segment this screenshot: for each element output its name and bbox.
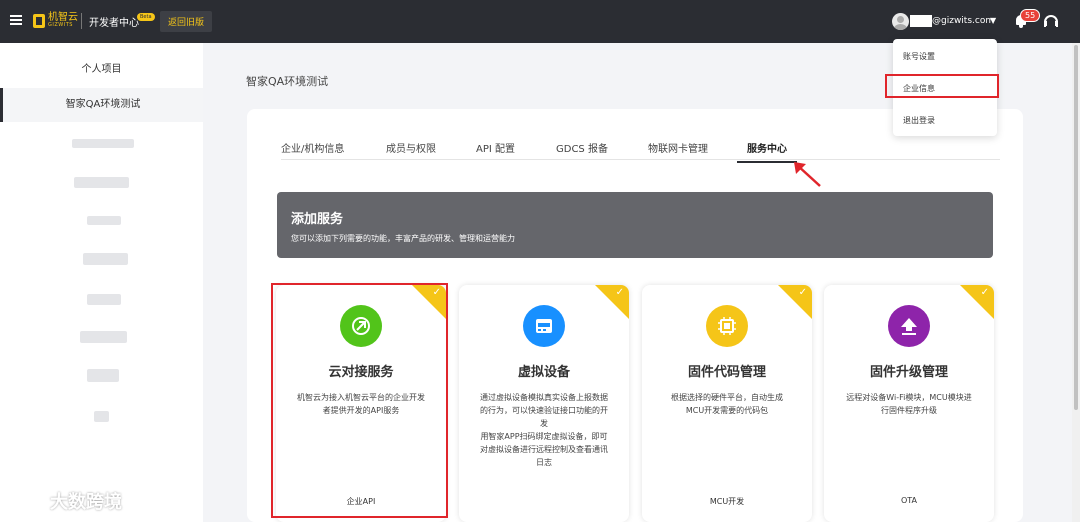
add-service-banner: 添加服务 您可以添加下列需要的功能，丰富产品的研发、管理和运营能力 <box>277 192 993 258</box>
sidebar-item-blurred[interactable] <box>94 411 109 422</box>
sidebar-item-blurred[interactable] <box>87 216 121 225</box>
tab-iot-card[interactable]: 物联网卡管理 <box>648 140 708 155</box>
service-tag: OTA <box>900 496 918 505</box>
check-icon: ✓ <box>615 287 624 298</box>
banner-description: 您可以添加下列需要的功能，丰富产品的研发、管理和运营能力 <box>291 234 515 243</box>
check-icon: ✓ <box>798 287 807 298</box>
logo-text: 机智云 <box>48 12 78 23</box>
return-old-version-button[interactable]: 返回旧版 <box>160 11 213 32</box>
headset-icon[interactable] <box>1044 15 1058 27</box>
service-tag: MCU开发 <box>709 497 745 506</box>
divider <box>81 13 82 29</box>
page-title: 智家QA环境测试 <box>246 75 329 88</box>
email-redaction <box>910 15 932 27</box>
sidebar-item-zhijia-qa[interactable]: 智家QA环境测试 <box>0 88 203 122</box>
tab-service-center[interactable]: 服务中心 <box>737 140 797 163</box>
chip-icon <box>706 305 748 347</box>
sidebar-item-blurred[interactable] <box>72 139 134 148</box>
red-arrow-annotation <box>794 162 821 187</box>
service-title: 固件升级管理 <box>869 365 948 380</box>
banner-title: 添加服务 <box>291 212 344 227</box>
dev-center-title: 开发者中心 <box>89 18 139 29</box>
menu-item-logout[interactable]: 退出登录 <box>903 115 935 126</box>
tab-members-permissions[interactable]: 成员与权限 <box>386 140 436 155</box>
logo-mark-icon <box>33 13 45 28</box>
service-title: 虚拟设备 <box>517 365 570 380</box>
tab-gdcs-report[interactable]: GDCS 报备 <box>556 140 608 155</box>
watermark-logo-icon <box>12 491 49 509</box>
chevron-down-icon[interactable]: ▼ <box>990 16 996 25</box>
watermark-text: 大数跨境 <box>50 492 122 513</box>
sidebar-item-blurred[interactable] <box>87 294 121 305</box>
user-email[interactable]: @gizwits.com <box>932 16 994 26</box>
watermark: 大数跨境 <box>10 488 122 514</box>
sidebar-item-blurred[interactable] <box>74 177 129 188</box>
sidebar-item-blurred[interactable] <box>83 253 128 265</box>
sidebar-item-blurred[interactable] <box>87 369 119 382</box>
check-icon: ✓ <box>980 287 989 298</box>
notification-badge: 55 <box>1020 9 1041 22</box>
sidebar-item-personal[interactable]: 个人项目 <box>0 60 203 75</box>
service-description: 通过虚拟设备模拟真实设备上报数据的行为，可以快速验证接口功能的开发 用智家APP… <box>480 393 608 467</box>
upload-icon <box>888 305 930 347</box>
red-highlight-box <box>271 283 448 518</box>
service-card-firmware-upgrade[interactable]: ✓ 固件升级管理 远程对设备Wi-Fi模块，MCU模块进行固件程序升级 OTA <box>824 285 994 522</box>
menu-icon[interactable] <box>10 15 22 25</box>
service-title: 固件代码管理 <box>687 365 766 380</box>
logo[interactable]: 机智云 GIZWITS <box>33 13 78 28</box>
tab-api-config[interactable]: API 配置 <box>476 140 515 155</box>
sidebar-item-blurred[interactable] <box>80 331 127 343</box>
service-card-virtual-device[interactable]: ✓ 虚拟设备 通过虚拟设备模拟真实设备上报数据的行为，可以快速验证接口功能的开发… <box>459 285 629 522</box>
service-card-firmware-code[interactable]: ✓ 固件代码管理 根据选择的硬件平台，自动生成MCU开发需要的代码包 MCU开发 <box>642 285 812 522</box>
service-description: 远程对设备Wi-Fi模块，MCU模块进行固件程序升级 <box>846 393 972 415</box>
virtual-device-icon <box>523 305 565 347</box>
beta-badge: Beta <box>137 13 155 21</box>
red-highlight-box <box>885 74 999 98</box>
tab-enterprise-info[interactable]: 企业/机构信息 <box>281 140 344 155</box>
service-description: 根据选择的硬件平台，自动生成MCU开发需要的代码包 <box>671 393 783 415</box>
scrollbar-thumb[interactable] <box>1074 45 1078 410</box>
menu-item-account-settings[interactable]: 账号设置 <box>903 51 935 62</box>
avatar[interactable] <box>892 13 909 30</box>
